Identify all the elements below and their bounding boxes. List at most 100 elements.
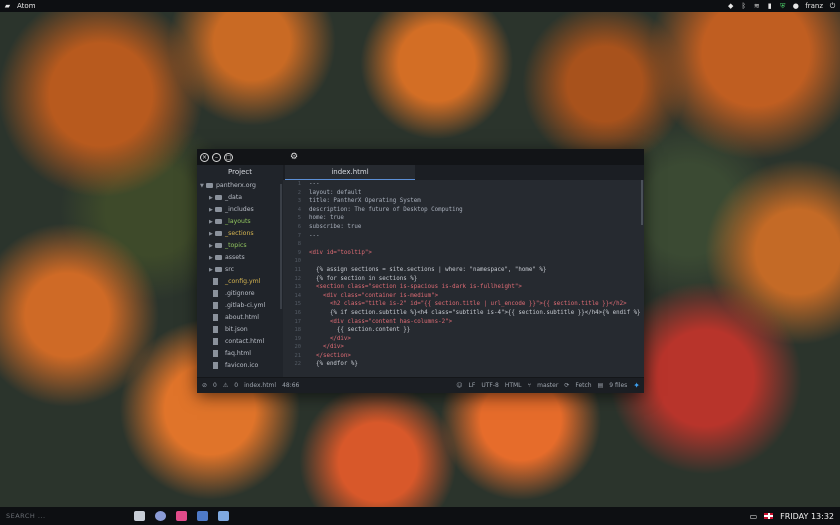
tree-item[interactable]: ▶ src <box>197 264 283 276</box>
error-count[interactable]: 0 <box>213 382 217 389</box>
warning-count[interactable]: 0 <box>234 382 238 389</box>
clock[interactable]: FRIDAY 13:32 <box>780 512 834 521</box>
search-input[interactable]: SEARCH ... <box>6 512 116 520</box>
chevron-right-icon[interactable]: ▶ <box>209 264 213 276</box>
code-line[interactable]: <div id="tooltip"> <box>309 249 641 258</box>
tree-item[interactable]: favicon.ico <box>197 360 283 372</box>
window-list-icon[interactable]: ▭ <box>750 512 758 521</box>
code-line[interactable]: title: PantherX Operating System <box>309 197 641 206</box>
files-icon[interactable]: ▤ <box>598 382 604 389</box>
branch-icon[interactable]: ⑂ <box>528 382 532 389</box>
mail-app-icon[interactable] <box>197 511 208 521</box>
atom-window: × – □ ⚙ Project index.html ▼ pantherx.or… <box>197 149 644 393</box>
maximize-button[interactable]: □ <box>224 152 233 162</box>
folder-icon[interactable]: ▰ <box>4 2 11 10</box>
tree-item[interactable]: .gitignore <box>197 288 283 300</box>
chevron-right-icon[interactable]: ▶ <box>209 228 213 240</box>
line-number: 6 <box>297 223 301 230</box>
gear-icon[interactable]: ⚙ <box>290 152 298 162</box>
active-app-name[interactable]: Atom <box>17 2 36 10</box>
dropbox-icon[interactable]: ◆ <box>727 2 734 10</box>
chevron-right-icon[interactable]: ▶ <box>209 252 213 264</box>
tree-item[interactable]: about.html <box>197 312 283 324</box>
tree-scrollbar[interactable] <box>280 184 282 309</box>
git-branch[interactable]: master <box>537 382 558 389</box>
files-app-icon[interactable] <box>134 511 145 521</box>
encoding[interactable]: UTF-8 <box>481 382 499 389</box>
code-line[interactable]: description: The future of Desktop Compu… <box>309 206 641 215</box>
code-line[interactable] <box>309 257 641 266</box>
tree-item[interactable]: contact.html <box>197 336 283 348</box>
code-line[interactable]: {% for section in sections %} <box>309 275 641 284</box>
code-line[interactable]: subscribe: true <box>309 223 641 232</box>
grammar[interactable]: HTML <box>505 382 522 389</box>
tree-item[interactable]: ▶ _topics <box>197 240 283 252</box>
code-line[interactable]: </div> <box>309 343 641 352</box>
warning-icon[interactable]: ⚠ <box>223 382 228 389</box>
line-number: 22 <box>294 361 302 368</box>
tree-item[interactable]: ▶ _includes <box>197 204 283 216</box>
code-line[interactable]: {% if section.subtitle %}<h4 class="subt… <box>309 309 641 318</box>
chevron-right-icon[interactable]: ▶ <box>209 216 213 228</box>
chevron-right-icon[interactable]: ▶ <box>209 240 213 252</box>
editor-scrollbar[interactable] <box>641 180 643 225</box>
tree-item[interactable]: ▶ _data <box>197 192 283 204</box>
code-line[interactable]: </div> <box>309 335 641 344</box>
smiley-icon[interactable]: ☺ <box>456 382 462 389</box>
code-line[interactable]: </section> <box>309 352 641 361</box>
chevron-right-icon[interactable]: ▶ <box>209 192 213 204</box>
code-line[interactable]: {% endfor %} <box>309 360 641 369</box>
git-fetch[interactable]: Fetch <box>575 382 591 389</box>
tree-item[interactable]: ▶ _layouts <box>197 216 283 228</box>
tree-item-label: _includes <box>225 206 254 213</box>
minimize-button[interactable]: – <box>212 152 221 162</box>
keyboard-layout-flag-icon[interactable] <box>764 513 774 519</box>
code-line[interactable]: home: true <box>309 214 641 223</box>
code-line[interactable]: --- <box>309 180 641 189</box>
tree-item[interactable]: _config.yml <box>197 276 283 288</box>
code-line[interactable] <box>309 240 641 249</box>
tree-item[interactable]: ▶ _sections <box>197 228 283 240</box>
fetch-icon[interactable]: ⟳ <box>564 382 569 389</box>
code-line[interactable]: <section class="section is-spacious is-d… <box>309 283 641 292</box>
error-icon[interactable]: ⊘ <box>202 382 207 389</box>
code-line[interactable]: <div class="content has-columns-2"> <box>309 318 641 327</box>
bluetooth-icon[interactable]: ᛒ <box>740 2 747 10</box>
folder-icon <box>215 255 222 260</box>
line-number: 15 <box>294 301 302 308</box>
user-name[interactable]: franz <box>805 2 823 10</box>
code-line[interactable]: <h2 class="title is-2" id="{{ section.ti… <box>309 300 641 309</box>
line-ending[interactable]: LF <box>469 382 476 389</box>
code-editor[interactable]: 1 2 3 4 5 6 7 8 9 10 11 12 13 14 15 16 17 18 19 20 21 22 --- l… <box>283 180 644 377</box>
tab-index-html[interactable]: index.html <box>285 165 415 180</box>
changed-files[interactable]: 9 files <box>609 382 627 389</box>
close-button[interactable]: × <box>200 152 209 162</box>
logout-icon[interactable]: ⏻ <box>829 2 836 10</box>
code-area[interactable]: --- layout: default title: PantherX Operat… <box>309 180 641 377</box>
music-app-icon[interactable] <box>176 511 187 521</box>
status-file[interactable]: index.html <box>244 382 276 389</box>
tree-item[interactable]: .gitlab-ci.yml <box>197 300 283 312</box>
code-line[interactable]: --- <box>309 232 641 241</box>
tab-project[interactable]: Project <box>197 165 283 180</box>
code-line[interactable]: {% assign sections = site.sections | whe… <box>309 266 641 275</box>
bird-icon[interactable]: ✦ <box>633 381 640 390</box>
settings-app-icon[interactable] <box>218 511 229 521</box>
shield-icon[interactable]: ⛨ <box>779 2 786 10</box>
tree-item-label: _sections <box>225 230 254 237</box>
wifi-icon[interactable]: ≋ <box>753 2 760 10</box>
code-line[interactable]: <div class="container is-medium"> <box>309 292 641 301</box>
code-line[interactable]: layout: default <box>309 189 641 198</box>
battery-icon[interactable]: ▮ <box>766 2 773 10</box>
browser-app-icon[interactable] <box>155 511 166 521</box>
chevron-right-icon[interactable]: ▶ <box>209 204 213 216</box>
tree-root[interactable]: ▼ pantherx.org <box>197 180 283 192</box>
code-line[interactable]: {{ section.content }} <box>309 326 641 335</box>
user-icon[interactable]: ● <box>792 2 799 10</box>
tree-item[interactable]: bit.json <box>197 324 283 336</box>
tree-item[interactable]: faq.html <box>197 348 283 360</box>
cursor-position[interactable]: 48:66 <box>282 382 299 389</box>
window-titlebar[interactable]: × – □ ⚙ <box>197 149 644 165</box>
chevron-down-icon[interactable]: ▼ <box>200 180 204 192</box>
tree-item[interactable]: ▶ assets <box>197 252 283 264</box>
